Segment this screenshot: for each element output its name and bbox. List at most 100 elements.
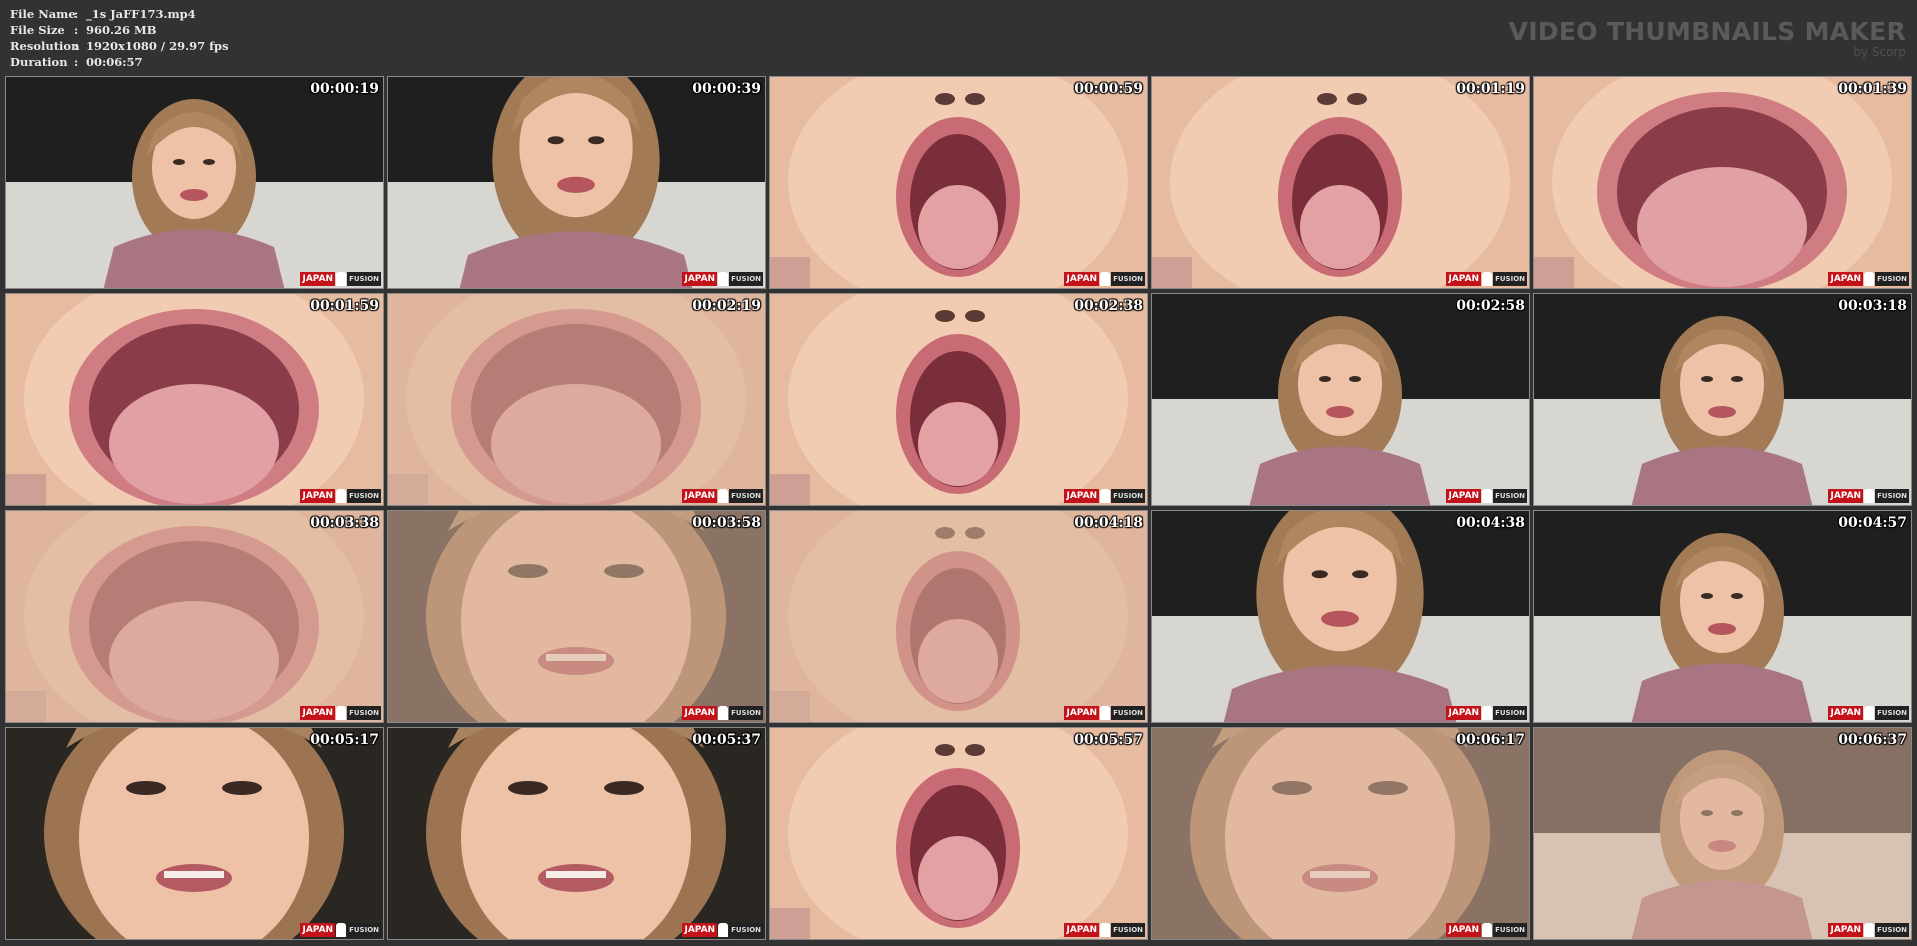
thumbnail-frame[interactable]: 00:06:17 JAPAN FUSION xyxy=(1151,727,1530,940)
watermark-left: JAPAN xyxy=(1828,923,1864,937)
watermark-right: FUSION xyxy=(347,272,381,286)
timestamp-label: 00:01:19 xyxy=(1456,81,1525,97)
bunny-icon xyxy=(336,923,347,937)
bunny-icon xyxy=(1864,489,1875,503)
thumbnail-frame[interactable]: 00:03:38 JAPAN FUSION xyxy=(5,510,384,723)
timestamp-label: 00:03:18 xyxy=(1838,298,1907,314)
timestamp-label: 00:05:37 xyxy=(692,732,761,748)
thumbnail-scene xyxy=(388,294,765,505)
timestamp-label: 00:00:19 xyxy=(310,81,379,97)
thumbnail-frame[interactable]: 00:05:57 JAPAN FUSION xyxy=(769,727,1148,940)
timestamp-label: 00:05:17 xyxy=(310,732,379,748)
watermark-logo: JAPAN FUSION xyxy=(300,489,381,503)
watermark-logo: JAPAN FUSION xyxy=(1446,706,1527,720)
thumbnail-grid: 00:00:19 JAPAN FUSION 00:00:39 JAPAN FUSION 00… xyxy=(5,76,1912,940)
watermark-logo: JAPAN FUSION xyxy=(682,489,763,503)
timestamp-label: 00:04:38 xyxy=(1456,515,1525,531)
watermark-left: JAPAN xyxy=(1828,706,1864,720)
thumbnail-frame[interactable]: 00:04:18 JAPAN FUSION xyxy=(769,510,1148,723)
thumbnail-frame[interactable]: 00:03:58 JAPAN FUSION xyxy=(387,510,766,723)
timestamp-label: 00:00:39 xyxy=(692,81,761,97)
thumbnail-frame[interactable]: 00:00:59 JAPAN FUSION xyxy=(769,76,1148,289)
thumbnail-frame[interactable]: 00:01:59 JAPAN FUSION xyxy=(5,293,384,506)
bunny-icon xyxy=(336,272,347,286)
thumbnail-frame[interactable]: 00:04:38 JAPAN FUSION xyxy=(1151,510,1530,723)
watermark-left: JAPAN xyxy=(1446,706,1482,720)
watermark-logo: JAPAN FUSION xyxy=(1828,706,1909,720)
timestamp-label: 00:04:18 xyxy=(1074,515,1143,531)
watermark-left: JAPAN xyxy=(1446,272,1482,286)
thumbnail-frame[interactable]: 00:00:39 JAPAN FUSION xyxy=(387,76,766,289)
thumbnail-frame[interactable]: 00:06:37 JAPAN FUSION xyxy=(1533,727,1912,940)
watermark-left: JAPAN xyxy=(682,272,718,286)
thumbnail-frame[interactable]: 00:02:38 JAPAN FUSION xyxy=(769,293,1148,506)
timestamp-label: 00:00:59 xyxy=(1074,81,1143,97)
watermark-right: FUSION xyxy=(729,272,763,286)
thumbnail-scene xyxy=(6,511,383,722)
watermark-left: JAPAN xyxy=(1828,489,1864,503)
info-value: 960.26 MB xyxy=(86,23,157,37)
watermark-left: JAPAN xyxy=(1828,272,1864,286)
watermark-logo: JAPAN FUSION xyxy=(1446,489,1527,503)
watermark-right: FUSION xyxy=(1875,489,1909,503)
timestamp-label: 00:02:58 xyxy=(1456,298,1525,314)
thumbnail-frame[interactable]: 00:05:17 JAPAN FUSION xyxy=(5,727,384,940)
thumbnail-scene xyxy=(770,77,1147,288)
watermark-left: JAPAN xyxy=(1446,489,1482,503)
brand-title: VIDEO THUMBNAILS MAKER xyxy=(1508,17,1906,46)
watermark-left: JAPAN xyxy=(682,923,718,937)
thumbnail-frame[interactable]: 00:03:18 JAPAN FUSION xyxy=(1533,293,1912,506)
bunny-icon xyxy=(718,706,729,720)
bunny-icon xyxy=(1864,923,1875,937)
watermark-right: FUSION xyxy=(1875,272,1909,286)
watermark-logo: JAPAN FUSION xyxy=(682,706,763,720)
info-key: File Size xyxy=(10,23,65,37)
watermark-right: FUSION xyxy=(1493,272,1527,286)
thumbnail-frame[interactable]: 00:01:39 JAPAN FUSION xyxy=(1533,76,1912,289)
watermark-logo: JAPAN FUSION xyxy=(682,272,763,286)
watermark-logo: JAPAN FUSION xyxy=(1446,923,1527,937)
file-info-panel: File Name: _1s JaFF173.mp4 File Size:960.… xyxy=(10,6,229,70)
thumbnail-scene xyxy=(388,728,765,939)
bunny-icon xyxy=(1864,272,1875,286)
thumbnail-frame[interactable]: 00:04:57 JAPAN FUSION xyxy=(1533,510,1912,723)
watermark-right: FUSION xyxy=(1111,706,1145,720)
info-value: _1s JaFF173.mp4 xyxy=(86,7,196,21)
watermark-left: JAPAN xyxy=(300,489,336,503)
thumbnail-frame[interactable]: 00:05:37 JAPAN FUSION xyxy=(387,727,766,940)
watermark-left: JAPAN xyxy=(682,489,718,503)
thumbnail-frame[interactable]: 00:02:19 JAPAN FUSION xyxy=(387,293,766,506)
watermark-left: JAPAN xyxy=(1446,923,1482,937)
bunny-icon xyxy=(1100,489,1111,503)
thumbnail-scene xyxy=(6,728,383,939)
watermark-logo: JAPAN FUSION xyxy=(300,272,381,286)
bunny-icon xyxy=(1100,706,1111,720)
watermark-logo: JAPAN FUSION xyxy=(682,923,763,937)
thumbnail-scene xyxy=(1534,77,1911,288)
thumbnail-scene xyxy=(1534,728,1911,939)
info-key: Duration xyxy=(10,55,68,69)
watermark-left: JAPAN xyxy=(1064,706,1100,720)
watermark-right: FUSION xyxy=(1111,923,1145,937)
watermark-right: FUSION xyxy=(1875,706,1909,720)
watermark-logo: JAPAN FUSION xyxy=(1828,489,1909,503)
watermark-logo: JAPAN FUSION xyxy=(1064,923,1145,937)
thumbnail-scene xyxy=(770,511,1147,722)
watermark-right: FUSION xyxy=(729,489,763,503)
thumbnail-frame[interactable]: 00:00:19 JAPAN FUSION xyxy=(5,76,384,289)
thumbnail-scene xyxy=(770,728,1147,939)
file-info-row: Duration:00:06:57 xyxy=(10,55,143,69)
watermark-right: FUSION xyxy=(729,706,763,720)
thumbnail-scene xyxy=(1152,294,1529,505)
watermark-left: JAPAN xyxy=(300,272,336,286)
timestamp-label: 00:06:17 xyxy=(1456,732,1525,748)
thumbnail-frame[interactable]: 00:01:19 JAPAN FUSION xyxy=(1151,76,1530,289)
watermark-right: FUSION xyxy=(1111,489,1145,503)
timestamp-label: 00:05:57 xyxy=(1074,732,1143,748)
thumbnail-frame[interactable]: 00:02:58 JAPAN FUSION xyxy=(1151,293,1530,506)
watermark-right: FUSION xyxy=(1493,706,1527,720)
info-key: File Name xyxy=(10,7,76,21)
bunny-icon xyxy=(1864,706,1875,720)
watermark-right: FUSION xyxy=(1875,923,1909,937)
timestamp-label: 00:02:19 xyxy=(692,298,761,314)
